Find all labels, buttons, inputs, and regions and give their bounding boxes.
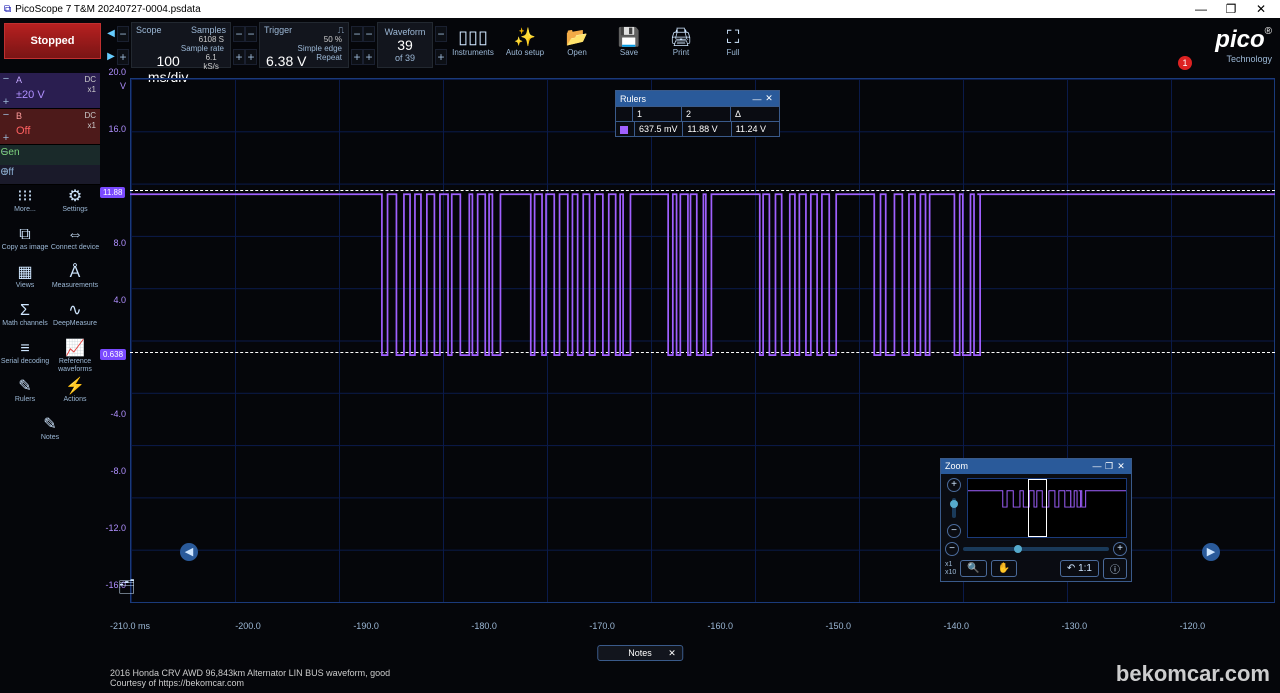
footer: 2016 Honda CRV AWD 96,843km Alternator L… bbox=[110, 663, 1280, 693]
toolbar-open-button[interactable]: 📂Open bbox=[553, 22, 601, 69]
toolbar-print-button[interactable]: 🖨Print bbox=[657, 22, 705, 69]
rulers-panel[interactable]: Rulers — ✕ 1 2 Δ 637.5 mV 11.88 V 11.24 … bbox=[615, 90, 780, 137]
prev-arrow-icon[interactable]: ◀ bbox=[105, 28, 117, 40]
toolbar-icon: 🖨 bbox=[657, 26, 705, 48]
toolbar-save-button[interactable]: 💾Save bbox=[605, 22, 653, 69]
trigger-minus-button[interactable]: − bbox=[245, 26, 257, 42]
pico-logo: pico® Technology bbox=[1215, 26, 1272, 64]
tool-reference-waveforms[interactable]: 📈Reference waveforms bbox=[50, 338, 100, 376]
gen-off-box[interactable]: + Off bbox=[0, 165, 100, 185]
chan-a-plus[interactable]: + bbox=[0, 96, 12, 108]
notes-close-icon[interactable]: ✕ bbox=[668, 648, 676, 659]
close-button[interactable]: ✕ bbox=[1246, 2, 1276, 16]
ruler-high-line[interactable] bbox=[130, 190, 1275, 191]
wave-plus2-button[interactable]: + bbox=[435, 49, 447, 65]
tool-settings[interactable]: ⚙Settings bbox=[50, 186, 100, 224]
ruler-swatch-icon bbox=[620, 126, 628, 134]
chan-a-minus[interactable]: − bbox=[0, 73, 12, 85]
trigger-plus-button[interactable]: + bbox=[245, 49, 257, 65]
plot-prev-button[interactable]: ◀ bbox=[180, 543, 198, 561]
tool-serial-decoding[interactable]: ≡Serial decoding bbox=[0, 338, 50, 376]
next-arrow-icon[interactable]: ▶ bbox=[105, 51, 117, 63]
tool-rulers[interactable]: ✎Rulers bbox=[0, 376, 50, 414]
wave-plus-button[interactable]: + bbox=[363, 49, 375, 65]
channel-b-box[interactable]: − + B DC x1 Off bbox=[0, 109, 100, 145]
zoom-out-button[interactable]: − bbox=[947, 524, 961, 538]
ruler-low-line[interactable] bbox=[130, 352, 1275, 353]
watermark: bekomcar.com bbox=[1116, 661, 1270, 687]
tool-more-[interactable]: ⁝⁝⁝More... bbox=[0, 186, 50, 224]
tool-actions[interactable]: ⚡Actions bbox=[50, 376, 100, 414]
zoom-info-button[interactable]: ⓘ bbox=[1103, 558, 1127, 579]
toolbar-icon: ✨ bbox=[501, 26, 549, 48]
window-title: PicoScope 7 T&M 20240727-0004.psdata bbox=[15, 4, 201, 15]
scope-plus2-button[interactable]: + bbox=[233, 49, 245, 65]
zoom-minimap[interactable] bbox=[967, 478, 1127, 538]
zoom-max-icon[interactable]: ❐ bbox=[1103, 461, 1115, 472]
tool-copy-as-image[interactable]: ⧉Copy as image bbox=[0, 224, 50, 262]
tool-deepmeasure[interactable]: ∿DeepMeasure bbox=[50, 300, 100, 338]
minimize-button[interactable]: — bbox=[1186, 2, 1216, 16]
tool-math-channels[interactable]: ΣMath channels bbox=[0, 300, 50, 338]
channel-a-box[interactable]: − + A DC x1 ±20 V bbox=[0, 73, 100, 109]
side-toolbar: ⁝⁝⁝More...⚙Settings⧉Copy as image⇔Connec… bbox=[0, 186, 100, 452]
app-icon: ⧉ bbox=[4, 4, 11, 15]
wave-minus2-button[interactable]: − bbox=[435, 26, 447, 42]
zoom-undo-button[interactable]: ↶ 1:1 bbox=[1060, 560, 1099, 577]
tool-measurements[interactable]: ÅMeasurements bbox=[50, 262, 100, 300]
trigger-panel[interactable]: Trigger ⎍ 50 % Simple edge 6.38 VRepeat bbox=[259, 22, 349, 68]
rulers-min-icon[interactable]: — bbox=[751, 94, 763, 104]
chan-b-minus[interactable]: − bbox=[0, 109, 12, 121]
waveform-panel[interactable]: Waveform 39 of 39 bbox=[377, 22, 433, 68]
titlebar: ⧉ PicoScope 7 T&M 20240727-0004.psdata —… bbox=[0, 0, 1280, 18]
x-axis: -210.0 ms-200.0-190.0-180.0-170.0-160.0-… bbox=[130, 613, 1275, 643]
scope-panel[interactable]: Scope Samples 6108 S Sample rate 100 ms/… bbox=[131, 22, 231, 68]
gen-box[interactable]: − Gen bbox=[0, 145, 100, 165]
top-toolbar: Stopped ◀▶ −+ Scope Samples 6108 S Sampl… bbox=[0, 18, 1280, 73]
toolbar-icon: ▯▯▯ bbox=[449, 26, 497, 48]
scope-minus-button[interactable]: − bbox=[117, 26, 129, 42]
wave-minus-button[interactable]: − bbox=[363, 26, 375, 42]
tool-notes[interactable]: ✎Notes bbox=[0, 414, 100, 452]
zoom-h-out-button[interactable]: − bbox=[945, 542, 959, 556]
chan-b-plus[interactable]: + bbox=[0, 132, 12, 144]
toolbar-icon: ⛶ bbox=[709, 26, 757, 48]
zoom-panel[interactable]: Zoom — ❐ ✕ + − − + x1x10 🔍 ✋ ↶ 1:1 ⓘ bbox=[940, 458, 1132, 582]
ruler-high-badge[interactable]: 11.88 bbox=[100, 187, 125, 198]
scope-plus-button[interactable]: + bbox=[117, 49, 129, 65]
maximize-button[interactable]: ❐ bbox=[1216, 2, 1246, 16]
trigger-plus2-button[interactable]: + bbox=[351, 49, 363, 65]
toolbar-auto-setup-button[interactable]: ✨Auto setup bbox=[501, 22, 549, 69]
edge-icon: ⎍ bbox=[338, 25, 344, 36]
file-icon[interactable]: 🗂 bbox=[118, 578, 136, 595]
tool-connect-device[interactable]: ⇔Connect device bbox=[50, 224, 100, 262]
run-stop-button[interactable]: Stopped bbox=[4, 23, 101, 59]
zoom-slider[interactable] bbox=[963, 547, 1109, 551]
toolbar-instruments-button[interactable]: ▯▯▯Instruments bbox=[449, 22, 497, 69]
channel-strip: − + A DC x1 ±20 V − + B DC x1 Off − Gen … bbox=[0, 73, 100, 185]
zoom-h-in-button[interactable]: + bbox=[1113, 542, 1127, 556]
ruler-low-badge[interactable]: 0.638 bbox=[100, 349, 126, 360]
zoom-pan-button[interactable]: ✋ bbox=[991, 560, 1017, 577]
zoom-search-button[interactable]: 🔍 bbox=[960, 560, 986, 577]
notes-tab[interactable]: Notes ✕ bbox=[597, 645, 683, 661]
trigger-minus2-button[interactable]: − bbox=[351, 26, 363, 42]
zoom-close-icon[interactable]: ✕ bbox=[1115, 461, 1127, 472]
scope-minus2-button[interactable]: − bbox=[233, 26, 245, 42]
toolbar-full-button[interactable]: ⛶Full bbox=[709, 22, 757, 69]
zoom-min-icon[interactable]: — bbox=[1091, 461, 1103, 472]
rulers-close-icon[interactable]: ✕ bbox=[763, 93, 775, 104]
tool-views[interactable]: ▦Views bbox=[0, 262, 50, 300]
toolbar-icon: 📂 bbox=[553, 26, 601, 48]
zoom-in-button[interactable]: + bbox=[947, 478, 961, 492]
toolbar-icon: 💾 bbox=[605, 26, 653, 48]
notification-badge[interactable]: 1 bbox=[1178, 56, 1192, 70]
plot-next-button[interactable]: ▶ bbox=[1202, 543, 1220, 561]
